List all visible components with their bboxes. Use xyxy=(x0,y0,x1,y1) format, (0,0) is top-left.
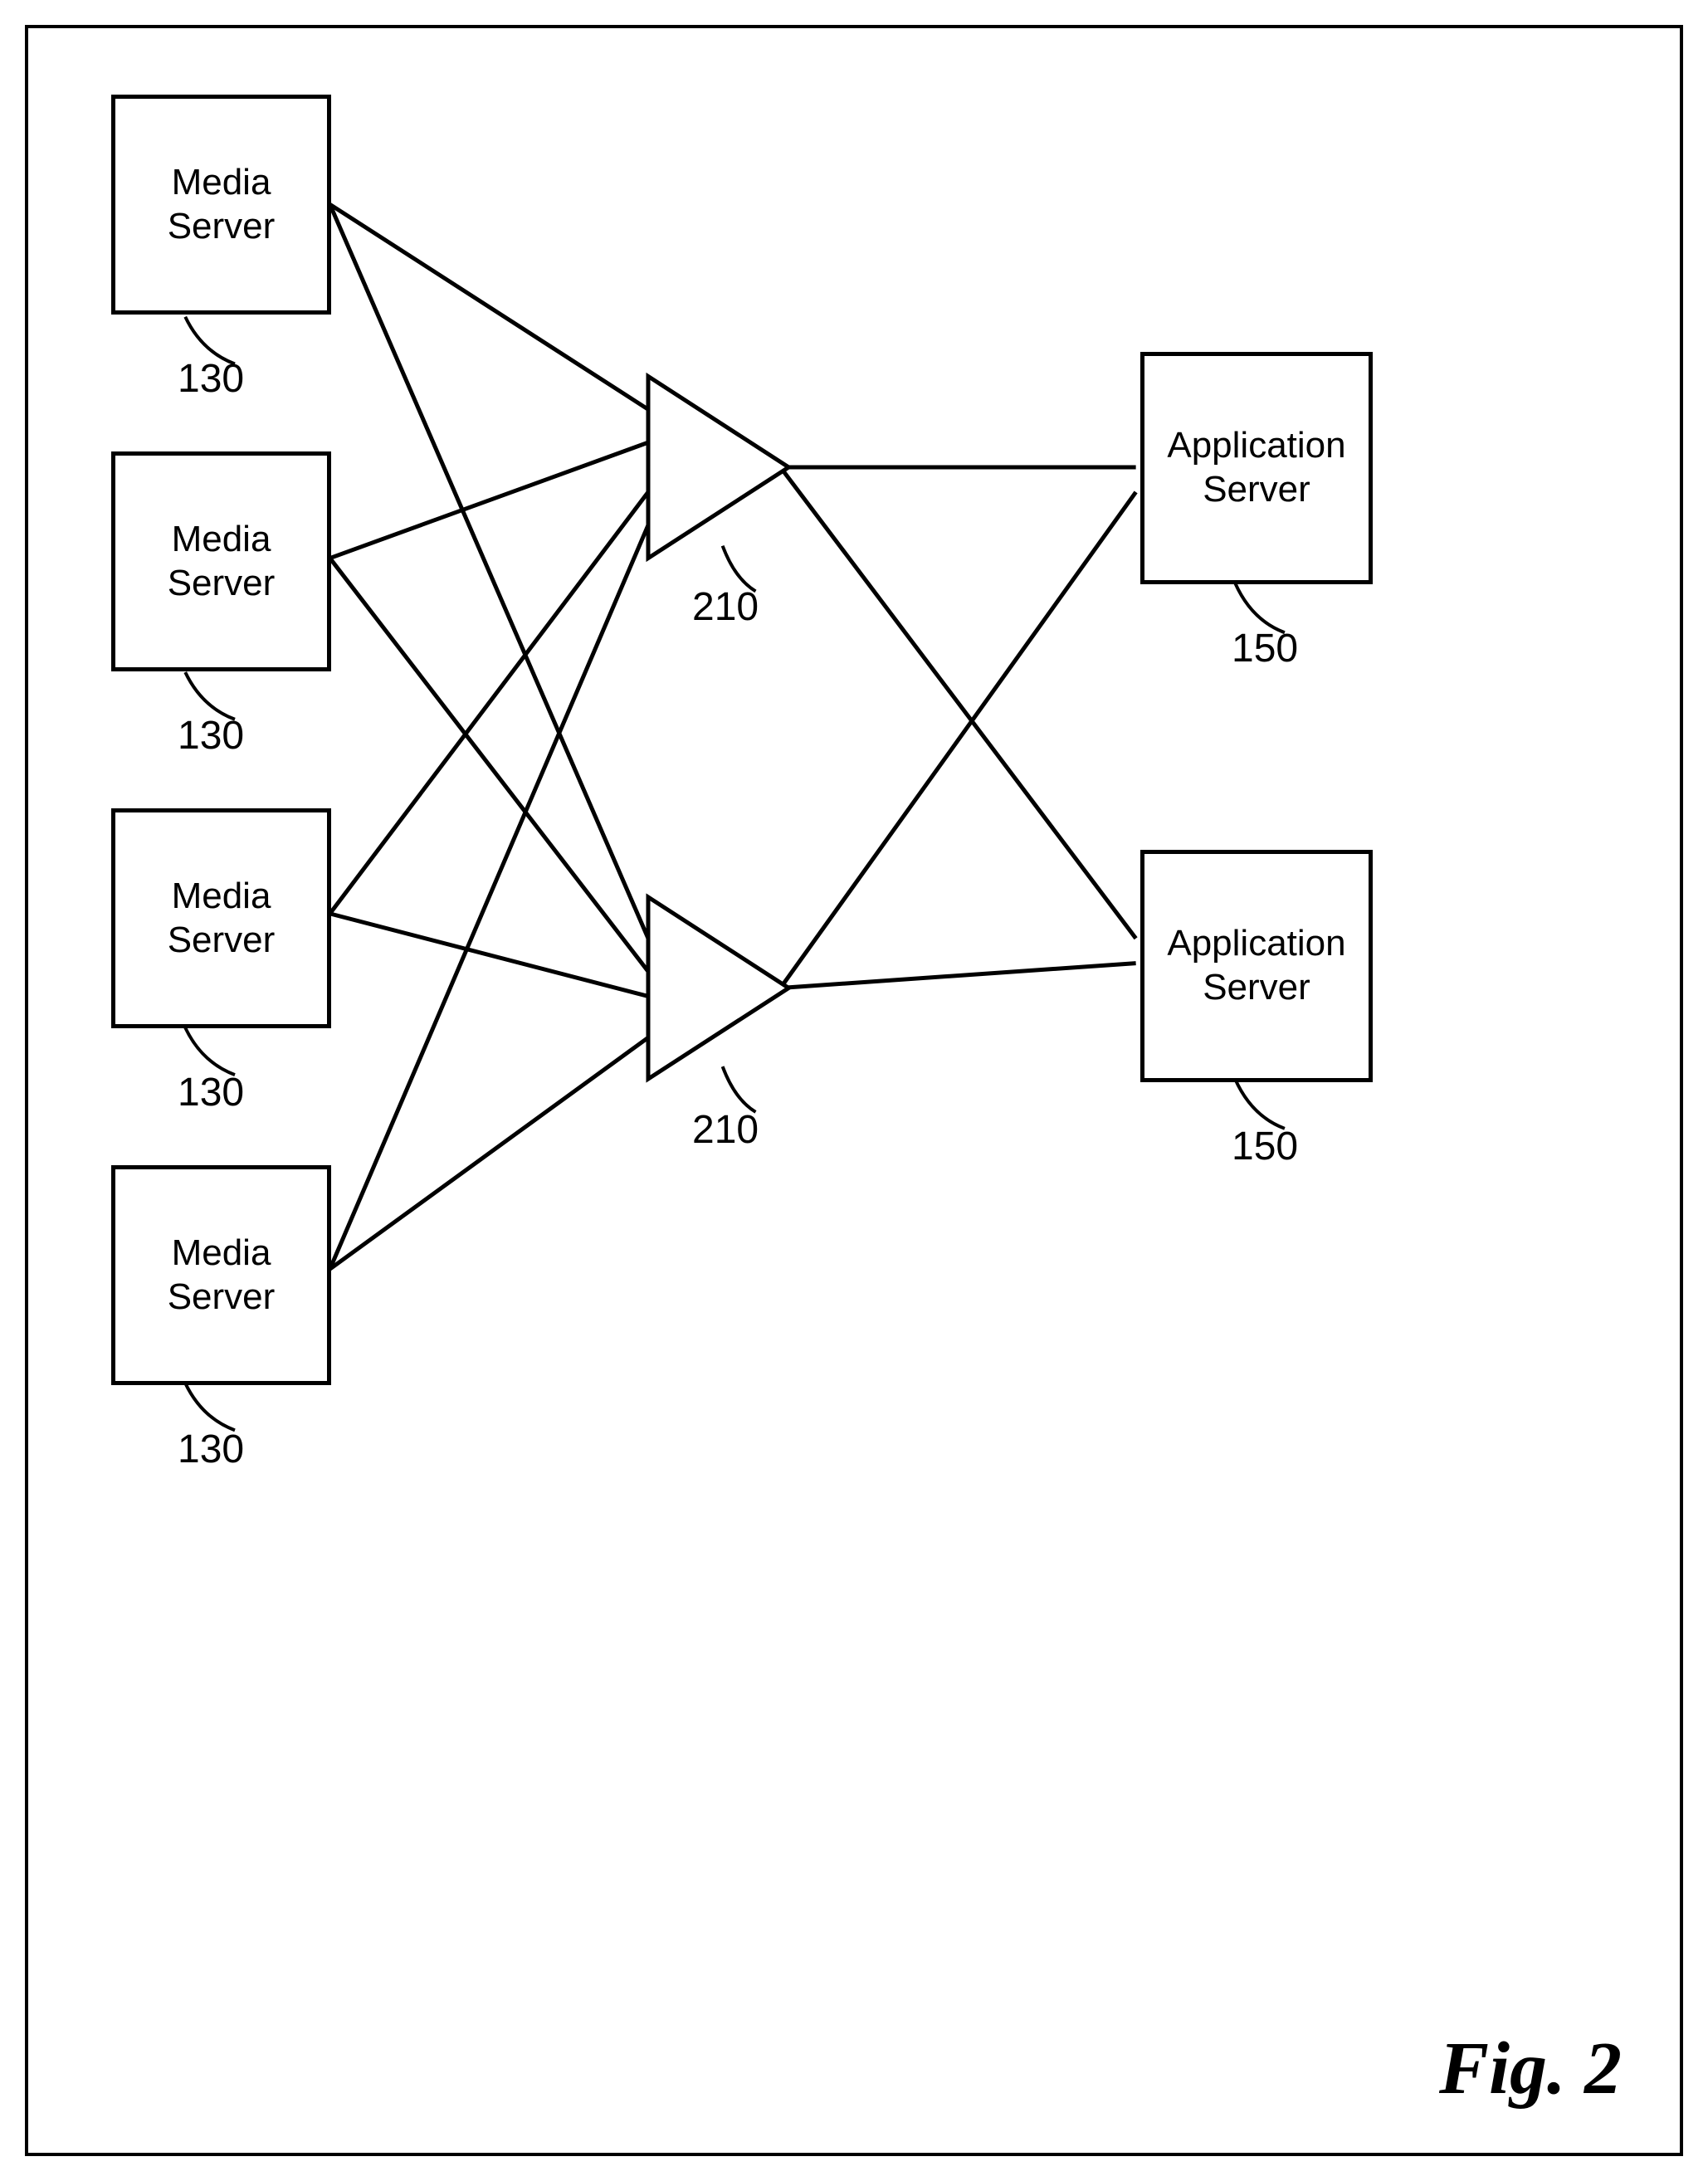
media-server-node-4: Media Server xyxy=(111,1165,331,1385)
node-label-line2: Server xyxy=(168,1276,276,1320)
node-label-line2: Server xyxy=(168,205,276,249)
connection-lines xyxy=(28,28,1680,2153)
triangle-2-ref: 210 xyxy=(692,1107,759,1153)
media-server-4-ref: 130 xyxy=(178,1427,244,1472)
app-server-1-ref: 150 xyxy=(1232,626,1298,671)
diagram-frame: Media Server 130 Media Server 130 Media … xyxy=(25,25,1683,2156)
media-server-node-1: Media Server xyxy=(111,95,331,315)
triangle-1-ref: 210 xyxy=(692,584,759,630)
node-label-line1: Media xyxy=(172,1232,271,1276)
app-server-2-ref: 150 xyxy=(1232,1124,1298,1169)
media-server-3-ref: 130 xyxy=(178,1070,244,1115)
application-server-node-2: Application Server xyxy=(1140,850,1373,1082)
application-server-node-1: Application Server xyxy=(1140,352,1373,584)
node-label-line1: Media xyxy=(172,518,271,562)
media-server-2-ref: 130 xyxy=(178,713,244,759)
figure-caption: Fig. 2 xyxy=(1439,2026,1622,2111)
node-label-line2: Server xyxy=(168,562,276,606)
media-server-node-2: Media Server xyxy=(111,451,331,671)
node-label-line1: Application xyxy=(1167,922,1345,966)
node-label-line2: Server xyxy=(1203,966,1310,1010)
node-label-line1: Application xyxy=(1167,424,1345,468)
node-label-line2: Server xyxy=(1203,468,1310,512)
node-label-line1: Media xyxy=(172,875,271,919)
node-label-line2: Server xyxy=(168,919,276,963)
node-label-line1: Media xyxy=(172,161,271,205)
media-server-1-ref: 130 xyxy=(178,356,244,402)
media-server-node-3: Media Server xyxy=(111,808,331,1028)
